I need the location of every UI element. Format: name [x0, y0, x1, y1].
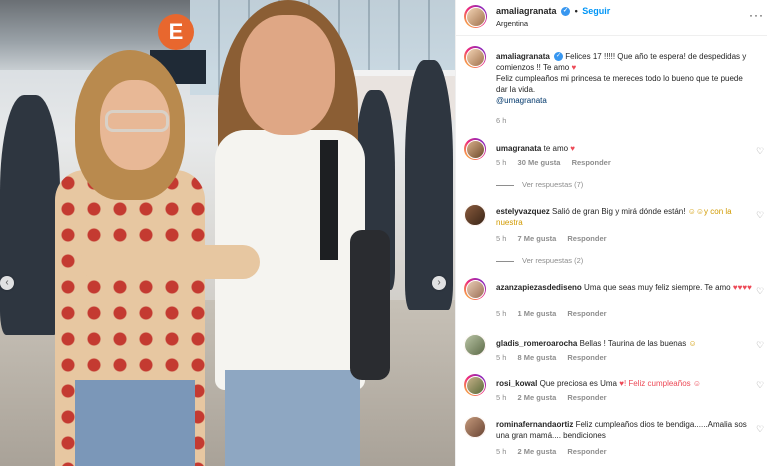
- heart-emoji: ♥: [571, 63, 577, 72]
- commenter-username[interactable]: azanzapiezasdediseno: [496, 283, 582, 292]
- comment-time[interactable]: 5 h: [496, 447, 506, 456]
- verified-badge-icon: ✓: [554, 52, 564, 62]
- like-comment-heart-icon[interactable]: ♡: [756, 340, 764, 351]
- comment-likes[interactable]: 1 Me gusta: [518, 309, 557, 318]
- comment-likes[interactable]: 8 Me gusta: [518, 353, 557, 362]
- like-comment-heart-icon[interactable]: ♡: [756, 146, 764, 157]
- comment-emoji: ♥♥♥♥: [732, 283, 752, 292]
- photo-bystander: [405, 60, 453, 310]
- comment-likes[interactable]: 7 Me gusta: [518, 234, 557, 243]
- like-comment-heart-icon[interactable]: ♡: [756, 380, 764, 391]
- reply-button[interactable]: Responder: [567, 309, 606, 318]
- prev-photo-button[interactable]: ‹: [0, 276, 14, 290]
- comment-time[interactable]: 5 h: [496, 158, 506, 167]
- more-options-icon[interactable]: ···: [749, 8, 764, 22]
- caption-avatar[interactable]: [464, 46, 486, 68]
- commenter-avatar[interactable]: [464, 374, 486, 396]
- post-location[interactable]: Argentina: [496, 19, 528, 28]
- photo-person-daughter: [200, 0, 390, 466]
- separator-dot: •: [574, 6, 578, 16]
- comment-text: Salió de gran Big y mirá dónde están!: [552, 207, 686, 216]
- comment-text: Que preciosa es Uma: [539, 379, 617, 388]
- like-comment-heart-icon[interactable]: ♡: [756, 424, 764, 435]
- caption-username[interactable]: amaliagranata: [496, 52, 550, 61]
- verified-badge-icon: ✓: [561, 7, 571, 17]
- commenter-avatar[interactable]: [464, 278, 486, 300]
- photo-bystander: [0, 95, 60, 335]
- commenter-username[interactable]: estelyvazquez: [496, 207, 550, 216]
- comment-likes[interactable]: 2 Me gusta: [518, 447, 557, 456]
- reply-button[interactable]: Responder: [567, 234, 606, 243]
- commenter-username[interactable]: umagranata: [496, 144, 541, 153]
- comment-emoji: ♥: [570, 144, 576, 153]
- comment-time[interactable]: 5 h: [496, 234, 506, 243]
- commenter-avatar[interactable]: [464, 416, 486, 438]
- photo-hug-arm: [80, 245, 260, 279]
- reply-button[interactable]: Responder: [567, 393, 606, 402]
- commenter-username[interactable]: rosi_kowal: [496, 379, 537, 388]
- next-photo-button[interactable]: ›: [432, 276, 446, 290]
- view-replies-label: Ver respuestas (2): [522, 256, 584, 265]
- reply-button[interactable]: Responder: [567, 353, 606, 362]
- comment-likes[interactable]: 2 Me gusta: [518, 393, 557, 402]
- comment-likes[interactable]: 30 Me gusta: [518, 158, 561, 167]
- photo-gate-sign: E: [158, 14, 194, 50]
- comment-time[interactable]: 5 h: [496, 309, 506, 318]
- caption-mention[interactable]: @umagranata: [496, 96, 547, 105]
- author-avatar[interactable]: [464, 5, 487, 28]
- caption-text-line2: Feliz cumpleaños mi princesa te mereces …: [496, 74, 743, 94]
- comment-emoji: ☺: [688, 339, 697, 348]
- comment-time[interactable]: 5 h: [496, 393, 506, 402]
- view-replies-button[interactable]: Ver respuestas (2): [496, 256, 583, 265]
- view-replies-button[interactable]: Ver respuestas (7): [496, 180, 583, 189]
- comment-emoji: ♥! Feliz cumpleaños ☺: [619, 379, 702, 388]
- comment-text: te amo: [543, 144, 569, 153]
- post-photo: E ‹ ›: [0, 0, 455, 466]
- comment-text: Uma que seas muy feliz siempre. Te amo: [584, 283, 731, 292]
- like-comment-heart-icon[interactable]: ♡: [756, 286, 764, 297]
- post-side-panel: amaliagranata ✓ • Seguir Argentina ··· a…: [455, 0, 767, 466]
- like-comment-heart-icon[interactable]: ♡: [756, 210, 764, 221]
- commenter-avatar[interactable]: [464, 334, 486, 356]
- comment-time[interactable]: 5 h: [496, 353, 506, 362]
- reply-button[interactable]: Responder: [572, 158, 611, 167]
- caption-time[interactable]: 6 h: [496, 116, 506, 125]
- reply-button[interactable]: Responder: [567, 447, 606, 456]
- author-username[interactable]: amaliagranata: [496, 6, 557, 16]
- follow-button[interactable]: Seguir: [582, 6, 610, 16]
- commenter-username[interactable]: rominafernandaortiz: [496, 420, 573, 429]
- commenter-username[interactable]: gladis_romeroarocha: [496, 339, 577, 348]
- commenter-avatar[interactable]: [464, 204, 486, 226]
- post-header: amaliagranata ✓ • Seguir Argentina ···: [456, 0, 767, 36]
- comment-text: Bellas ! Taurina de las buenas: [579, 339, 687, 348]
- view-replies-label: Ver respuestas (7): [522, 180, 584, 189]
- commenter-avatar[interactable]: [464, 138, 486, 160]
